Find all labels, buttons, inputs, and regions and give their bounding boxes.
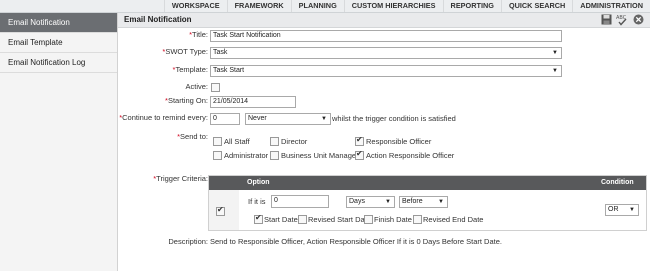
col-option: Option xyxy=(247,179,270,186)
date-revised-start-label: Revised Start Date xyxy=(308,215,371,224)
chevron-down-icon: ▼ xyxy=(385,199,391,205)
send-to-label: *Send to: xyxy=(177,132,208,141)
nav-administration[interactable]: ADMINISTRATION xyxy=(572,0,650,12)
remind-unit-value: Never xyxy=(248,115,267,122)
date-revised-end-label: Revised End Date xyxy=(423,215,484,224)
active-checkbox[interactable] xyxy=(211,83,220,92)
send-responsible-officer-label: Responsible Officer xyxy=(366,137,432,146)
chevron-down-icon: ▼ xyxy=(321,116,327,122)
send-director-checkbox[interactable] xyxy=(270,137,279,146)
trigger-relation-value: Before xyxy=(402,198,423,205)
sidebar-item-email-notification[interactable]: Email Notification xyxy=(0,13,117,33)
trigger-criteria-label: *Trigger Criteria: xyxy=(153,174,208,183)
swot-type-label: *SWOT Type: xyxy=(162,47,208,56)
trigger-amount-input[interactable]: 0 xyxy=(271,195,329,208)
date-revised-start-checkbox[interactable] xyxy=(298,215,307,224)
swot-type-value: Task xyxy=(213,49,228,56)
remind-every-input[interactable]: 0 xyxy=(210,113,240,125)
nav-reporting[interactable]: REPORTING xyxy=(442,0,501,12)
remind-suffix: whilst the trigger condition is satisfie… xyxy=(332,114,456,123)
nav-planning[interactable]: PLANNING xyxy=(290,0,344,12)
trigger-relation-select[interactable]: Before ▼ xyxy=(399,196,448,208)
trigger-unit-select[interactable]: Days ▼ xyxy=(346,196,395,208)
nav-framework[interactable]: FRAMEWORK xyxy=(226,0,291,12)
remind-unit-select[interactable]: Never ▼ xyxy=(245,113,331,125)
starting-on-input[interactable]: 21/05/2014 xyxy=(210,96,296,108)
date-finish-checkbox[interactable] xyxy=(364,215,373,224)
col-condition: Condition xyxy=(601,179,634,186)
template-value: Task Start xyxy=(213,67,245,74)
send-action-responsible-officer-label: Action Responsible Officer xyxy=(366,151,455,160)
if-it-is-label: If it is xyxy=(248,197,266,206)
nav-custom-hierarchies[interactable]: CUSTOM HIERARCHIES xyxy=(343,0,443,12)
description-text: Send to Responsible Officer, Action Resp… xyxy=(210,237,502,246)
sidebar-item-email-notification-log[interactable]: Email Notification Log xyxy=(0,53,117,73)
sidebar: Email Notification Email Template Email … xyxy=(0,13,118,271)
header-actions: ABC xyxy=(600,14,644,26)
send-administrator-label: Administrator xyxy=(224,151,269,160)
trigger-row-checkbox[interactable] xyxy=(216,205,225,216)
trigger-unit-value: Days xyxy=(349,198,365,205)
nav-quick-search[interactable]: QUICK SEARCH xyxy=(500,0,572,12)
page-title: Email Notification xyxy=(124,15,192,24)
template-select[interactable]: Task Start ▼ xyxy=(210,65,562,77)
trigger-condition-value: OR xyxy=(608,206,619,213)
content-header: Email Notification ABC xyxy=(118,13,650,28)
date-finish-label: Finish Date xyxy=(374,215,412,224)
nav-workspace[interactable]: WORKSPACE xyxy=(163,0,227,12)
title-input[interactable]: Task Start Notification xyxy=(210,30,562,42)
template-label: *Template: xyxy=(172,65,208,74)
top-nav-items: WORKSPACE FRAMEWORK PLANNING CUSTOM HIER… xyxy=(163,0,650,12)
send-business-unit-manager-label: Business Unit Manager xyxy=(281,151,359,160)
send-business-unit-manager-checkbox[interactable] xyxy=(270,151,279,160)
send-responsible-officer-checkbox[interactable] xyxy=(355,135,364,146)
send-director-label: Director xyxy=(281,137,308,146)
trigger-table: Option Condition If it is 0 Days ▼ Before… xyxy=(208,175,647,231)
trigger-condition-select[interactable]: OR ▼ xyxy=(605,204,639,216)
close-icon[interactable] xyxy=(632,14,644,26)
active-label: Active: xyxy=(185,82,208,91)
send-all-staff-label: All Staff xyxy=(224,137,250,146)
date-start-checkbox[interactable] xyxy=(254,213,263,224)
date-revised-end-checkbox[interactable] xyxy=(413,215,422,224)
chevron-down-icon: ▼ xyxy=(629,207,635,213)
date-start-label: Start Date xyxy=(264,215,298,224)
remind-label: *Continue to remind every: xyxy=(119,113,208,122)
title-label: *Title: xyxy=(189,30,208,39)
send-all-staff-checkbox[interactable] xyxy=(213,137,222,146)
chevron-down-icon: ▼ xyxy=(552,68,558,74)
chevron-down-icon: ▼ xyxy=(552,50,558,56)
save-icon[interactable] xyxy=(600,14,612,26)
starting-on-label: *Starting On: xyxy=(165,96,208,105)
spell-check-icon[interactable]: ABC xyxy=(616,14,628,26)
description-label: Description: xyxy=(168,237,208,246)
swot-type-select[interactable]: Task ▼ xyxy=(210,47,562,59)
send-administrator-checkbox[interactable] xyxy=(213,151,222,160)
trigger-table-header: Option Condition xyxy=(209,176,646,190)
send-action-responsible-officer-checkbox[interactable] xyxy=(355,149,364,160)
chevron-down-icon: ▼ xyxy=(438,199,444,205)
top-nav: WORKSPACE FRAMEWORK PLANNING CUSTOM HIER… xyxy=(0,0,650,13)
sidebar-item-email-template[interactable]: Email Template xyxy=(0,33,117,53)
